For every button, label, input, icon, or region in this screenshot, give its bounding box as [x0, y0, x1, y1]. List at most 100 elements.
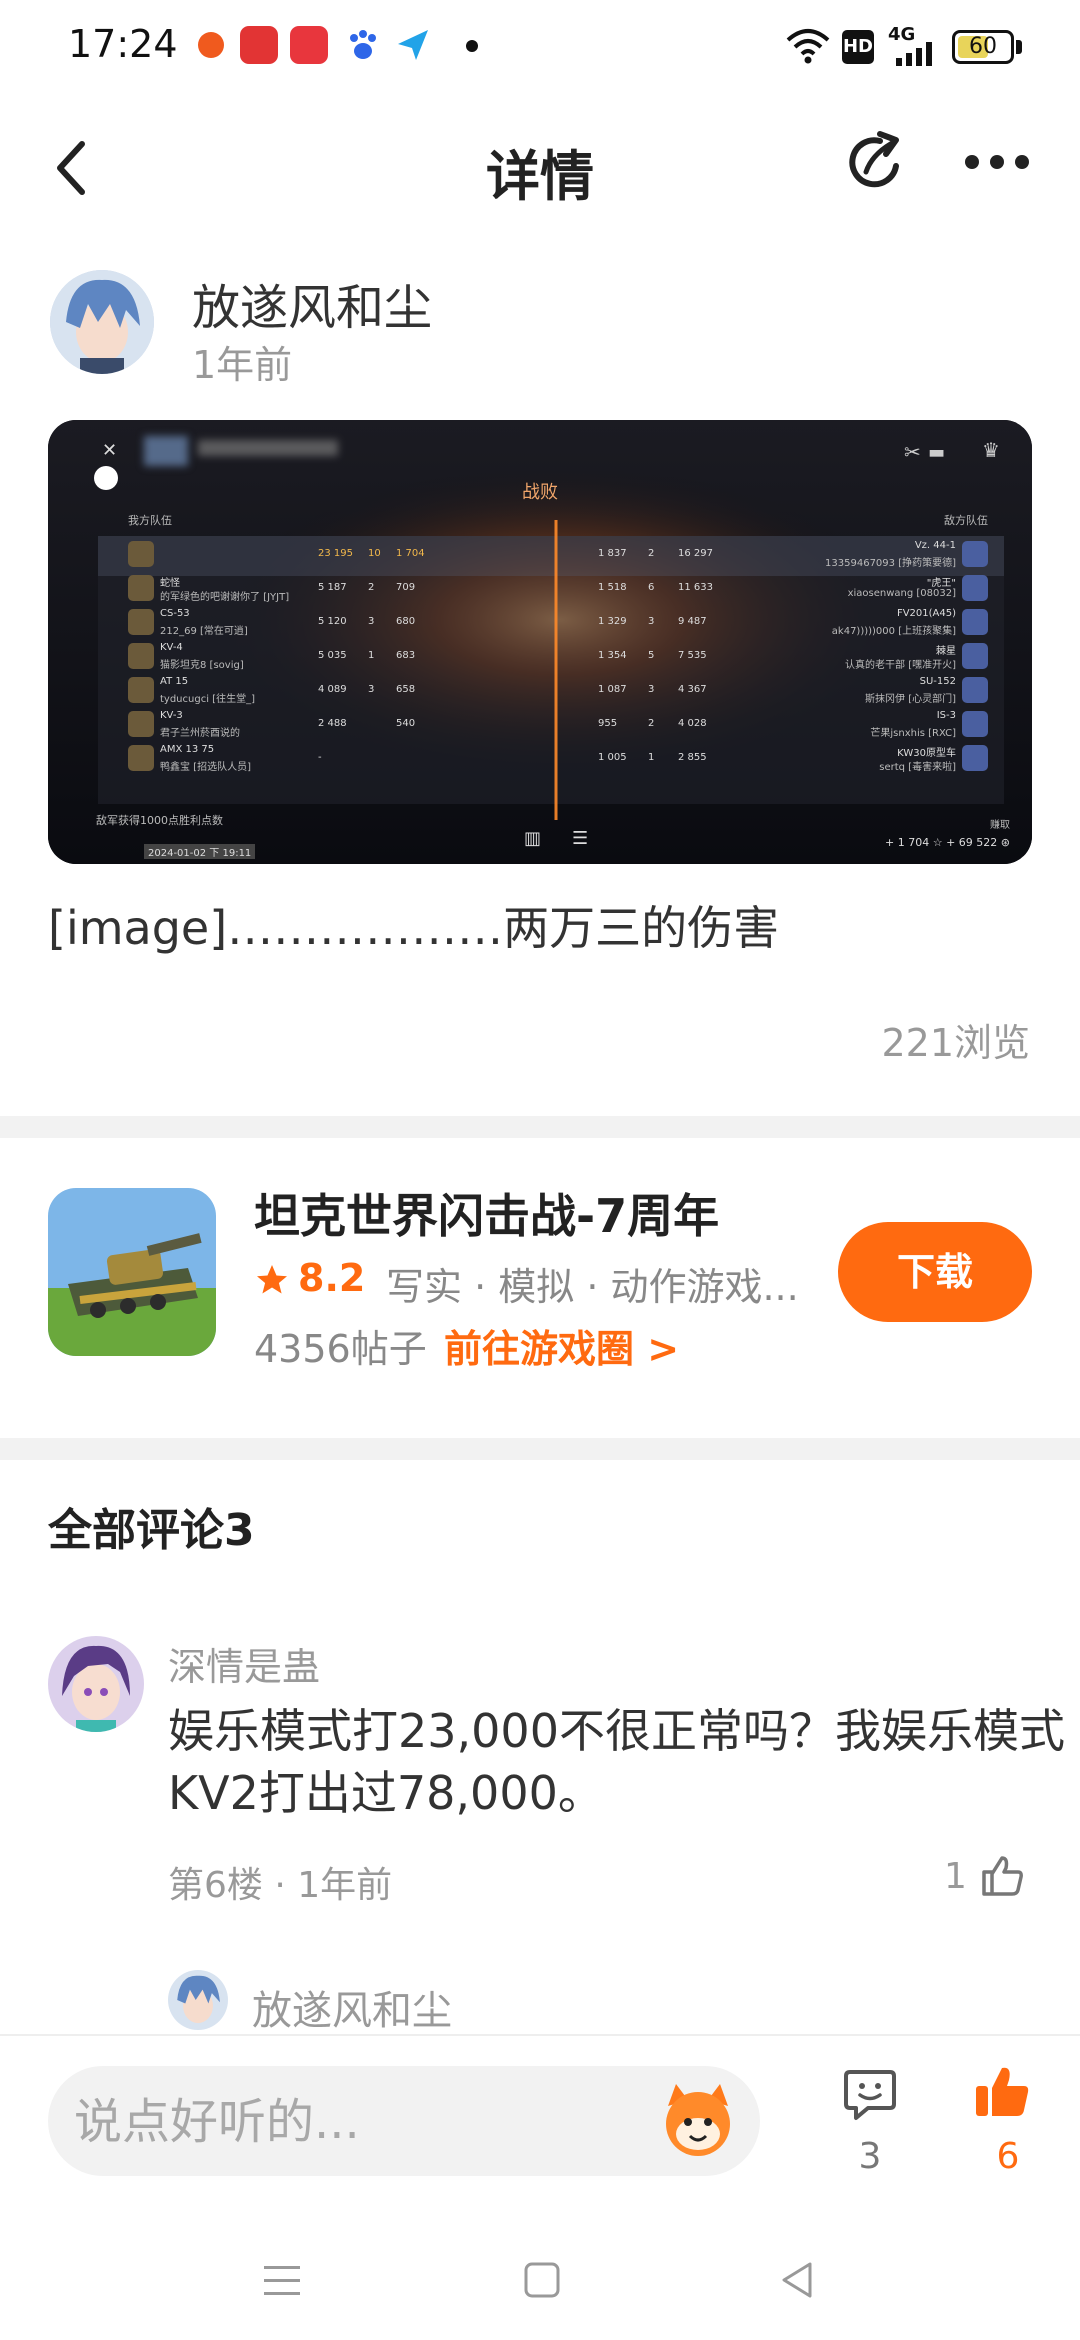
player-stat-dmg: 2 488 [318, 718, 347, 729]
comment-meta: 第6楼 · 1年前 [168, 1865, 393, 1906]
player-stat-dmg: 11 633 [678, 582, 713, 593]
game-tags: 写实 · 模拟 · 动作游戏... [386, 1265, 799, 1309]
comment-like-icon[interactable] [978, 1852, 1026, 1900]
player-tank-name: 蛇怪 [160, 578, 180, 589]
tank-badge-icon [128, 541, 154, 567]
battle-player-row: KW30原型车 sertq [毒害来啦] 1 005 1 2 855 [568, 742, 988, 776]
post-text: [image]………………两万三的伤害 [48, 901, 780, 955]
player-tank-name: AT 15 [160, 676, 189, 687]
page-title: 详情 [486, 145, 594, 208]
tools-icon: ✂ [904, 440, 921, 464]
section-divider [0, 1438, 1080, 1460]
player-tank-name: KW30原型车 [897, 748, 956, 759]
battle-player-row: FV201(A45) ak47)))))000 [上班孩聚集] 1 329 3 9 48… [568, 606, 988, 640]
player-name: xiaosenwang [08032] [847, 588, 956, 599]
mascot-emoji-icon[interactable] [654, 2076, 742, 2164]
player-stat-dmg: 7 535 [678, 650, 707, 661]
commenter-avatar[interactable] [48, 1636, 144, 1732]
battle-player-row: "虎王" xiaosenwang [08032] 1 518 6 11 633 [568, 572, 988, 606]
player-stat-xp: 1 005 [598, 752, 627, 763]
right-team-list: Vz. 44-1 13359467093 [挣药策要德] 1 837 2 16 297 "… [568, 538, 988, 776]
tank-badge-icon [962, 541, 988, 567]
tank-badge-icon [128, 643, 154, 669]
tank-icon: ▬ [928, 442, 946, 463]
section-divider [0, 1116, 1080, 1138]
reply-avatar[interactable] [168, 1970, 228, 2030]
more-icon[interactable] [962, 150, 1032, 174]
player-tank-name: AMX 13 75 [160, 744, 215, 755]
goto-game-circle-link[interactable]: 前往游戏圈 > [444, 1318, 679, 1373]
people-icon: ♛ [982, 438, 1000, 462]
left-team-list: 23 195 10 1 704 蛇怪 的军绿色的吧谢谢你了 [JYJT] 5 187 2 70… [128, 538, 548, 776]
player-stat-dmg: 5 035 [318, 650, 347, 661]
share-icon[interactable] [844, 130, 910, 196]
notification-app-icon [240, 26, 278, 64]
player-tank-name: CS-53 [160, 608, 190, 619]
battle-player-row: KV-4 猫影坦克8 [sovig] 5 035 1 683 [128, 640, 548, 674]
player-tank-name: SU-152 [919, 676, 956, 687]
tank-badge-icon [128, 609, 154, 635]
tank-badge-icon [128, 575, 154, 601]
comment-input[interactable] [72, 2086, 636, 2158]
menu-nav-icon[interactable] [262, 2260, 302, 2300]
player-stat-xp: 1 518 [598, 582, 627, 593]
battle-date: 2024-01-02 下 19:11 [144, 844, 256, 859]
tank-badge-icon [962, 609, 988, 635]
game-icon[interactable] [48, 1188, 216, 1356]
player-name: 的军绿色的吧谢谢你了 [JYJT] [160, 592, 290, 603]
player-stat-xp: 680 [396, 616, 416, 627]
home-nav-icon[interactable] [522, 2260, 562, 2300]
player-stat-kills: 5 [648, 650, 655, 661]
player-stat-kills: 1 [648, 752, 655, 763]
player-tank-name: KV-3 [160, 710, 183, 721]
player-tank-name: Vz. 44-1 [914, 540, 956, 551]
author-name[interactable]: 放遂风和尘 [192, 268, 432, 338]
player-stat-xp: 1 354 [598, 650, 627, 661]
download-button[interactable]: 下载 [838, 1222, 1032, 1322]
player-name: 鸭鑫宝 [招选队人员] [160, 762, 251, 773]
player-tank-name: FV201(A45) [896, 608, 956, 619]
post-time: 1年前 [192, 343, 293, 387]
tank-badge-icon [128, 745, 154, 771]
player-stat-xp: 1 704 [396, 548, 425, 559]
post-image[interactable]: ✕ ✂ ▬ ♛ 战败 我方队伍 敌方队伍 23 195 10 1 704 蛇怪 的军绿色… [48, 420, 1032, 864]
player-name: 斯抹冈伊 [心灵部门] [865, 694, 956, 705]
more-notifications-dot [466, 40, 478, 52]
player-stat-kills: 10 [368, 548, 381, 559]
player-stat-dmg: 4 028 [678, 718, 707, 729]
author-avatar[interactable] [50, 270, 154, 374]
earned-values: + 1 704 ☆ + 69 522 ⊛ [885, 836, 1010, 849]
player-name: 芒果jsnxhis [RXC] [870, 728, 956, 739]
blurred-avatar [144, 436, 188, 466]
reply-author-name[interactable]: 放遂风和尘 [252, 1978, 452, 2036]
battle-player-row: IS-3 芒果jsnxhis [RXC] 955 2 4 028 [568, 708, 988, 742]
player-stat-dmg: 2 855 [678, 752, 707, 763]
like-count: 6 [996, 2136, 1020, 2177]
player-stat-dmg: 4 367 [678, 684, 707, 695]
player-name: 认真的老干部 [嘿准开火] [845, 660, 956, 671]
battle-result-title: 战败 [522, 482, 558, 503]
tank-badge-icon [962, 643, 988, 669]
battle-player-row: Vz. 44-1 13359467093 [挣药策要德] 1 837 2 16 297 [568, 538, 988, 572]
player-stat-dmg: 23 195 [318, 548, 353, 559]
battle-footer-note: 敌军获得1000点胜利点数 [96, 814, 223, 827]
comment-icon[interactable] [840, 2064, 900, 2124]
game-post-count: 4356帖子 [254, 1327, 427, 1371]
paw-icon [344, 26, 382, 64]
game-title[interactable]: 坦克世界闪击战-7周年 [254, 1180, 719, 1246]
player-stat-kills: 2 [368, 582, 375, 593]
player-stat-kills: 2 [648, 718, 655, 729]
player-stat-kills: 6 [648, 582, 655, 593]
like-icon[interactable] [972, 2062, 1032, 2122]
player-name: 212_69 [常在可逍] [160, 626, 248, 637]
player-stat-dmg: 5 120 [318, 616, 347, 627]
back-nav-icon[interactable] [778, 2260, 818, 2300]
signal-icon [896, 42, 940, 70]
comment-input-container[interactable] [48, 2066, 760, 2176]
player-stat-kills: 3 [648, 684, 655, 695]
commenter-name[interactable]: 深情是蛊 [168, 1636, 320, 1691]
earned-label: 赚取 [990, 820, 1010, 831]
player-name: 猫影坦克8 [sovig] [160, 660, 244, 671]
close-icon: ✕ [102, 440, 118, 461]
player-name: 君子兰州菸酉说的 [160, 728, 240, 739]
